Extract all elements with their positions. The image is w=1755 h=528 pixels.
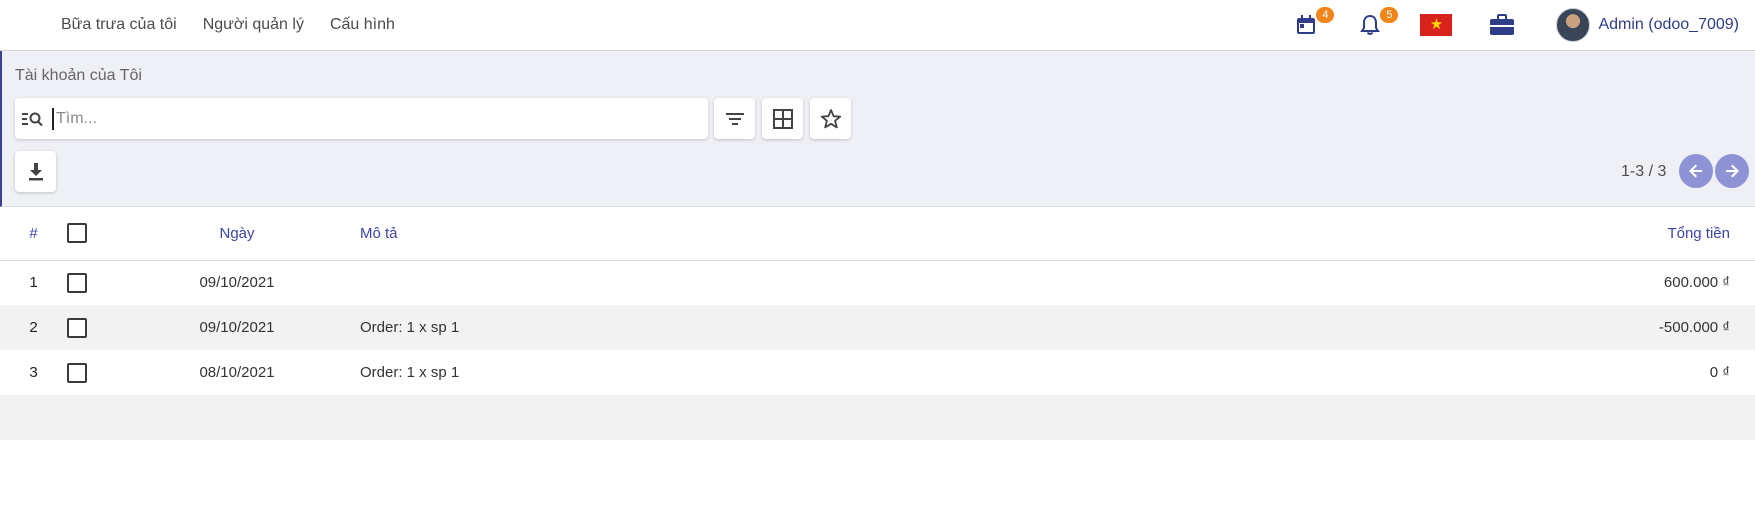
language-switcher[interactable]: ★ — [1420, 11, 1453, 39]
company-switcher[interactable] — [1488, 11, 1516, 39]
main-menu: Bữa trưa của tôi Người quản lý Cấu hình — [48, 0, 408, 49]
row-select — [67, 260, 114, 305]
export-button[interactable] — [15, 151, 56, 192]
notifications-badge: 5 — [1380, 6, 1399, 23]
row-date: 08/10/2021 — [199, 364, 275, 381]
star-icon — [820, 108, 841, 128]
group-by-button[interactable] — [762, 98, 803, 139]
row-total: 600.000 ₫ — [1663, 274, 1730, 292]
menu-item-my-lunch[interactable]: Bữa trưa của tôi — [48, 16, 190, 34]
filter-button[interactable] — [714, 98, 755, 139]
calendar-activity-button[interactable]: 4 — [1292, 6, 1335, 39]
row-checkbox[interactable] — [67, 272, 87, 293]
favorites-button[interactable] — [810, 98, 851, 139]
table-row[interactable]: 3 08/10/2021 Order: 1 x sp 1 0 ₫ — [0, 350, 1755, 395]
search-options-icon[interactable] — [15, 98, 51, 139]
row-date: 09/10/2021 — [199, 319, 275, 336]
calendar-badge: 4 — [1316, 6, 1335, 23]
pager-next-button[interactable] — [1715, 154, 1749, 188]
search-bar — [15, 98, 708, 139]
menu-item-configuration[interactable]: Cấu hình — [317, 16, 408, 34]
user-name: Admin (odoo_7009) — [1598, 15, 1739, 33]
calendar-icon — [1297, 14, 1316, 34]
header-row-number: # — [0, 207, 67, 261]
row-description — [360, 260, 1376, 305]
row-number: 3 — [29, 364, 38, 381]
header-description[interactable]: Mô tả — [360, 207, 1376, 261]
top-navbar: Bữa trưa của tôi Người quản lý Cấu hình … — [0, 0, 1755, 51]
row-select — [67, 350, 114, 395]
vietnam-flag-icon: ★ — [1420, 13, 1453, 36]
notifications-button[interactable]: 5 — [1356, 6, 1399, 39]
empty-row — [0, 395, 1755, 440]
menu-item-manager[interactable]: Người quản lý — [190, 16, 317, 34]
header-select-all — [67, 207, 114, 261]
list-table: # Ngày Mô tả Tổng tiền 1 09/10/2021 600.… — [0, 207, 1755, 440]
filter-icon — [725, 112, 744, 125]
row-description: Order: 1 x sp 1 — [360, 319, 460, 336]
systray: 4 5 ★ Admin (odoo_7009) — [1292, 0, 1739, 49]
avatar — [1556, 7, 1591, 42]
bell-icon — [1360, 14, 1381, 35]
table-row[interactable]: 1 09/10/2021 600.000 ₫ — [0, 260, 1755, 305]
row-date: 09/10/2021 — [199, 274, 275, 292]
arrow-left-icon — [1689, 164, 1702, 178]
header-total[interactable]: Tổng tiền — [1376, 207, 1755, 261]
table-row[interactable]: 2 09/10/2021 Order: 1 x sp 1 -500.000 ₫ — [0, 305, 1755, 350]
pager-value[interactable]: 1-3 / 3 — [1621, 163, 1666, 181]
download-icon — [28, 162, 43, 180]
row-total: 0 ₫ — [1709, 364, 1730, 381]
row-number: 1 — [29, 274, 38, 292]
pager-previous-button[interactable] — [1679, 154, 1713, 188]
row-checkbox[interactable] — [67, 362, 87, 383]
search-input[interactable] — [52, 107, 708, 130]
row-description: Order: 1 x sp 1 — [360, 364, 460, 381]
row-number: 2 — [29, 319, 38, 336]
row-select — [67, 305, 114, 350]
breadcrumb: Tài khoản của Tôi — [15, 67, 142, 84]
briefcase-icon — [1490, 13, 1515, 35]
select-all-checkbox[interactable] — [67, 223, 87, 244]
grid-icon — [772, 108, 793, 129]
control-panel: Tài khoản của Tôi Tìm... 1-3 / 3 — [0, 51, 1755, 207]
header-date[interactable]: Ngày — [114, 207, 360, 261]
row-total: -500.000 ₫ — [1658, 319, 1730, 336]
row-checkbox[interactable] — [67, 317, 87, 338]
table-header-row: # Ngày Mô tả Tổng tiền — [0, 207, 1755, 261]
arrow-right-icon — [1726, 164, 1739, 178]
user-menu[interactable]: Admin (odoo_7009) — [1556, 7, 1739, 42]
empty-cell — [0, 395, 1755, 440]
